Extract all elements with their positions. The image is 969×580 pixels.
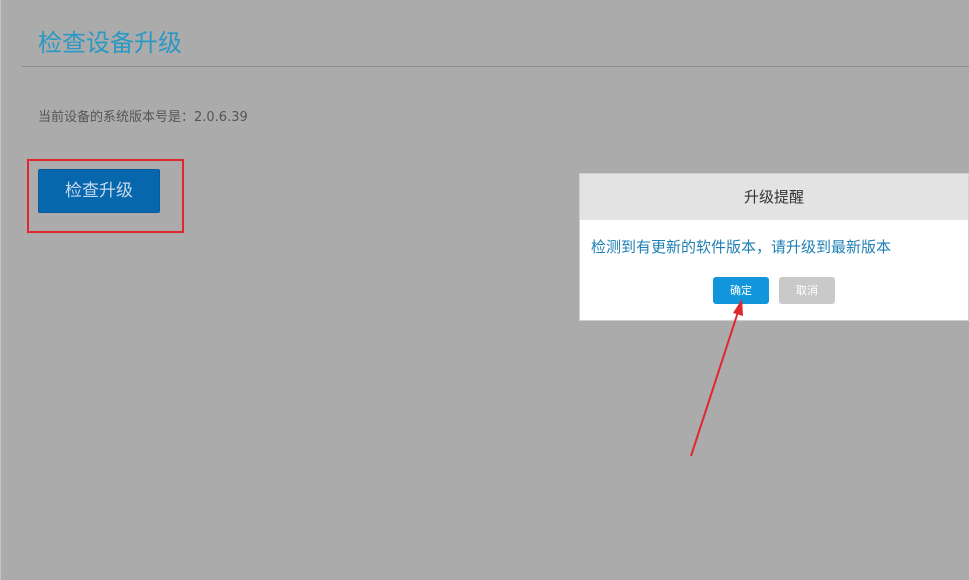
page-overlay: 检查设备升级 当前设备的系统版本号是：2.0.6.39 检查升级 升级提醒 检测… (0, 0, 969, 580)
dialog-title: 升级提醒 (580, 174, 968, 220)
upgrade-reminder-dialog: 升级提醒 检测到有更新的软件版本，请升级到最新版本 确定 取消 (579, 173, 969, 321)
cancel-button[interactable]: 取消 (779, 277, 835, 304)
page-title: 检查设备升级 (38, 29, 182, 57)
dialog-message: 检测到有更新的软件版本，请升级到最新版本 (591, 238, 892, 256)
left-border (0, 0, 1, 580)
check-upgrade-button[interactable]: 检查升级 (38, 169, 160, 213)
system-version-text: 当前设备的系统版本号是：2.0.6.39 (38, 110, 248, 125)
title-divider (22, 66, 969, 67)
annotation-arrow-shaft (690, 311, 739, 457)
confirm-button[interactable]: 确定 (713, 277, 769, 304)
